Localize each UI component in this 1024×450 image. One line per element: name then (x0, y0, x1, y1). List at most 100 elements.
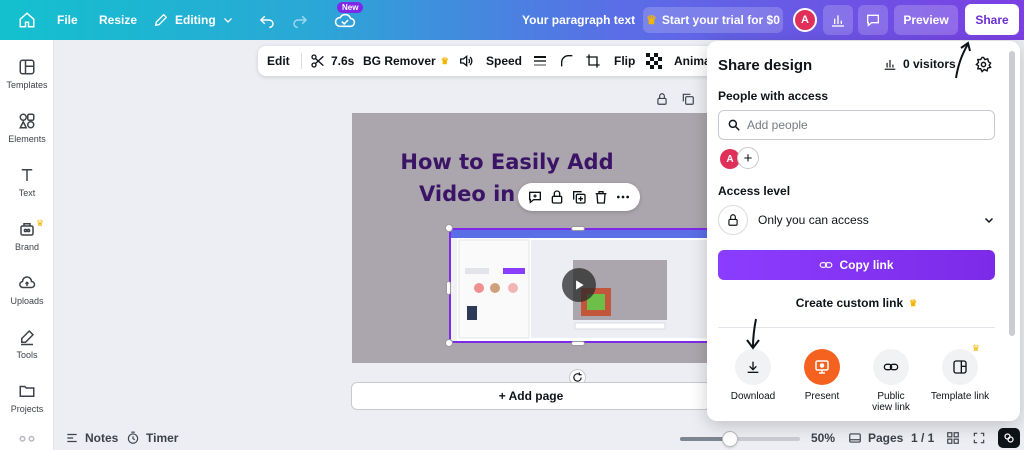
comment-icon[interactable] (858, 5, 888, 35)
add-comment-icon[interactable] (527, 189, 543, 205)
pages-icon (849, 433, 861, 443)
sidebar-item-apps[interactable] (0, 434, 54, 448)
sidebar-item-tools[interactable]: Tools (0, 328, 54, 360)
start-trial-button[interactable]: ♛ Start your trial for $0 (643, 7, 783, 33)
notes-icon (67, 433, 77, 443)
transparency-icon[interactable] (646, 46, 662, 76)
add-people-input[interactable] (747, 118, 977, 132)
animate-button[interactable]: Anima (674, 46, 711, 76)
sidebar-item-label: Brand (14, 242, 40, 252)
crown-icon: ♛ (440, 55, 449, 66)
flip-button[interactable]: Flip (614, 46, 635, 76)
lock-icon[interactable] (655, 92, 669, 106)
public-view-link-option[interactable]: Public view link (860, 349, 922, 413)
scrollbar[interactable] (1009, 51, 1015, 336)
bg-remover-button[interactable]: BG Remover ♛ (363, 46, 449, 76)
copy-link-label: Copy link (839, 258, 894, 272)
analytics-icon[interactable] (823, 5, 853, 35)
grid-view-icon[interactable] (946, 428, 960, 448)
crown-icon: ♛ (36, 218, 45, 228)
page-controls (655, 92, 695, 106)
pages-label: Pages (868, 431, 904, 445)
editing-mode-dropdown[interactable]: Editing (153, 0, 234, 40)
undo-icon[interactable] (258, 0, 276, 40)
resize-handle[interactable] (445, 339, 453, 347)
tools-icon (21, 329, 35, 346)
sidebar-item-projects[interactable]: Projects (0, 382, 54, 414)
edit-toolbar: Edit 7.6s BG Remover ♛ Speed Flip Anima (258, 46, 718, 76)
sidebar-item-elements[interactable]: Elements (0, 112, 54, 144)
resize-handle[interactable] (446, 281, 451, 295)
timer-button[interactable]: Timer (126, 428, 178, 448)
template-link-option[interactable]: ♛ Template link (929, 343, 991, 402)
resize-handle[interactable] (571, 341, 585, 346)
sidebar-item-templates[interactable]: Templates (0, 58, 54, 90)
zoom-slider-handle[interactable] (722, 431, 739, 447)
pencil-icon (154, 13, 168, 27)
pages-button[interactable]: Pages (848, 428, 903, 448)
notes-button[interactable]: Notes (65, 428, 118, 448)
left-sidebar: Templates Elements Text ♛ Brand Uploads … (0, 40, 54, 450)
brand-icon (20, 223, 34, 236)
border-style-icon[interactable] (532, 46, 548, 76)
duration-label: 7.6s (331, 54, 355, 68)
add-people-field[interactable] (718, 110, 995, 140)
help-button[interactable] (998, 428, 1020, 448)
play-button[interactable] (562, 268, 596, 302)
trim-button[interactable]: 7.6s (310, 46, 354, 76)
resize-handle[interactable] (571, 226, 585, 231)
file-menu[interactable]: File (57, 0, 78, 40)
share-button[interactable]: Share (965, 4, 1019, 35)
resize-handle[interactable] (445, 224, 453, 232)
share-panel-title: Share design (718, 57, 813, 74)
trial-label: Start your trial for $0 (661, 13, 780, 27)
corner-rounding-icon[interactable] (559, 46, 575, 76)
lock-icon[interactable] (549, 189, 565, 205)
apps-icon (19, 435, 35, 442)
sidebar-item-text[interactable]: Text (0, 166, 54, 198)
volume-icon[interactable] (458, 46, 474, 76)
more-options-icon[interactable] (615, 189, 631, 205)
create-custom-link-button[interactable]: Create custom link ♛ (718, 293, 995, 313)
present-option[interactable]: Present (791, 349, 853, 402)
crop-icon[interactable] (585, 46, 601, 76)
zoom-slider[interactable] (680, 431, 800, 447)
zoom-level[interactable]: 50% (811, 428, 835, 448)
sidebar-item-label: Uploads (10, 296, 44, 306)
bg-remover-label: BG Remover (363, 54, 436, 68)
access-level-dropdown[interactable]: Only you can access (718, 205, 995, 235)
template-link-icon: ♛ (942, 343, 980, 385)
add-person-button[interactable]: + (737, 147, 759, 169)
copy-link-button[interactable]: Copy link (718, 250, 995, 280)
download-option[interactable]: Download (722, 349, 784, 402)
fullscreen-icon[interactable] (972, 428, 986, 448)
preview-button[interactable]: Preview (894, 5, 958, 35)
duplicate-icon[interactable] (571, 189, 587, 205)
sidebar-item-uploads[interactable]: Uploads (0, 274, 54, 306)
annotation-arrow (955, 41, 971, 79)
annotation-arrow (746, 318, 760, 350)
present-label: Present (804, 391, 840, 402)
lock-icon (718, 205, 748, 235)
avatar[interactable]: A (793, 8, 817, 32)
resize-button[interactable]: Resize (99, 0, 137, 40)
redo-icon[interactable] (291, 0, 309, 40)
edit-button[interactable]: Edit (267, 46, 290, 76)
sidebar-item-brand[interactable]: ♛ Brand (0, 218, 54, 252)
access-level-value: Only you can access (758, 213, 869, 227)
crown-icon: ♛ (646, 13, 657, 27)
document-title[interactable]: Your paragraph text (522, 0, 635, 40)
top-bar: File Resize Editing New Your paragraph t… (0, 0, 1024, 40)
text-icon (21, 169, 33, 181)
play-icon (576, 280, 584, 290)
download-icon (735, 349, 771, 385)
home-icon[interactable] (18, 0, 36, 40)
element-action-bar (518, 183, 640, 211)
duplicate-page-icon[interactable] (681, 92, 695, 106)
trash-icon[interactable] (593, 189, 609, 205)
speed-button[interactable]: Speed (486, 46, 522, 76)
add-page-button[interactable]: + Add page (351, 382, 711, 410)
page-count: 1 / 1 (911, 431, 935, 445)
elements-icon (19, 113, 35, 129)
visitors-count[interactable]: 0 visitors (883, 57, 956, 71)
